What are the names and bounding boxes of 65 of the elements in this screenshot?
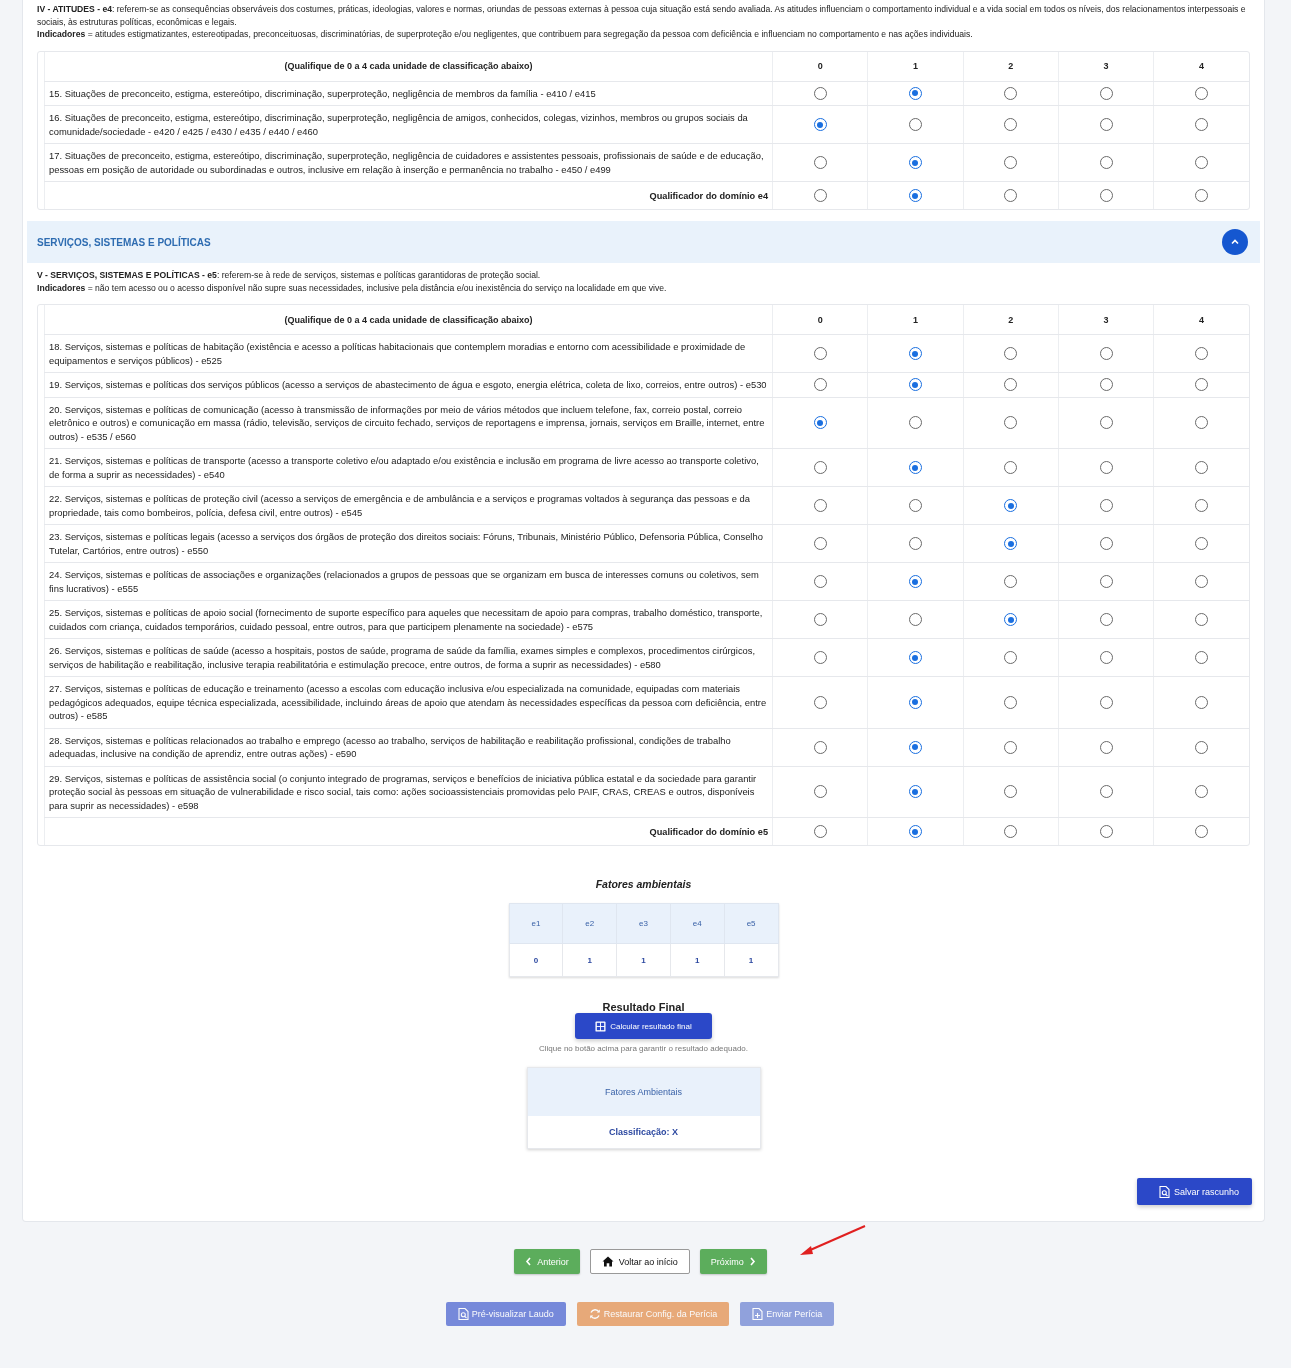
item-text: 15. Situações de preconceito, estigma, estereótipo, discriminação, superproteção, negligência de membros da família - e410 / e415 — [44, 81, 773, 106]
table-cell: 1 — [616, 943, 671, 977]
calculate-button[interactable]: Calcular resultado final — [575, 1013, 712, 1039]
item-text: 20. Serviços, sistemas e políticas de comunicação (acesso à transmissão de informações por meio de vários métodos que incluem telefone, fax, correio postal, correio eletrônico e outros) e comunicação em massa (rádio, televisão, serviços de circuito fechado, serviços de reportagens e imprensa, jornais, serviços em Braille, internet, entre outros) - e535 / e560 — [44, 397, 773, 449]
item-text: 27. Serviços, sistemas e políticas de educação e treinamento (acesso a escolas com educação inclusiva e/ou especializada na comunidade, equipadas com materiais pedagógicos adequados, equipe técnica especializada, acessibilidade, incluindo áreas de apoio que atendam às necessidades específicas da pessoa com deficiência, entre outros) - e585 — [44, 676, 773, 728]
next-button[interactable]: Próximo — [699, 1249, 767, 1274]
table-header: e3 — [616, 903, 671, 944]
scale-header: 1 — [867, 305, 964, 335]
item-text: 21. Serviços, sistemas e políticas de transporte (acesso a transporte coletivo e/ou adaptado e/ou existência e inclusão em programa de livre acesso ao transporte coletivo, de forma a suprir as necessidades) - e540 — [44, 448, 773, 487]
home-icon — [601, 1256, 614, 1267]
table-cell: 1 — [562, 943, 617, 977]
qualifier-label: Qualificador do domínio e4 — [44, 181, 773, 209]
table-cell: 1 — [670, 943, 725, 977]
scale-header: 2 — [963, 51, 1059, 81]
scale-header: 1 — [867, 51, 964, 81]
item-text: 26. Serviços, sistemas e políticas de saúde (acesso a hospitais, postos de saúde, programa de saúde da família, exames simples e complexos, procedimentos cirúrgicos, serviços de habilitação e reabilitação, inclusive terapia reabilitatória e estimulação precoce, entre outros, de forma a suprir as necessidades) - e580 — [44, 638, 773, 677]
table-header: e4 — [670, 903, 725, 944]
previous-button[interactable]: Anterior — [514, 1249, 580, 1274]
document-search-icon — [1158, 1185, 1170, 1198]
description-text: V - SERVIÇOS, SISTEMAS E POLÍTICAS - e5: referem-se à rede de serviços, sistemas e políticas garantidoras de proteção social. — [37, 269, 542, 282]
chevron-right-icon — [748, 1257, 756, 1266]
item-text: 24. Serviços, sistemas e políticas de associações e organizações (relacionados a grupos de pessoas que se organizam em busca de interesses comuns ou coletivos, sem fins lucrativos) - e555 — [44, 562, 773, 601]
table-header: (Qualifique de 0 a 4 cada unidade de classificação abaixo) — [44, 305, 773, 335]
table-header: (Qualifique de 0 a 4 cada unidade de classificação abaixo) — [44, 51, 773, 81]
chevron-left-icon — [525, 1257, 533, 1266]
document-plus-icon — [752, 1308, 764, 1320]
scale-header: 4 — [1153, 51, 1249, 81]
table-header: e5 — [724, 903, 778, 944]
item-text: 23. Serviços, sistemas e políticas legais (acesso a serviços dos órgãos de proteção dos direitos sociais: Fóruns, Tribunais, Ministério Público, Defensoria Pública, Conselho Tutelar, Cartórios, entre outros) - e550 — [44, 524, 773, 563]
refresh-icon — [588, 1308, 601, 1320]
description-text: IV - ATITUDES - e4: referem-se as consequências observáveis dos costumes, práticas, ideologias, valores e normas, oriundas de pessoas externas à pessoa cuja situação está sendo avaliada. As atitudes influenciam o comportamento individual e a vida social em todos os níveis, dos relacionamentos interpessoais e sociais, às estruturas políticas, econômicas e legais. — [37, 3, 1247, 28]
qualifier-label: Qualificador do domínio e5 — [44, 817, 773, 845]
scale-header: 3 — [1058, 51, 1154, 81]
description-text: Indicadores = atitudes estigmatizantes, estereotipadas, preconceituosas, discriminatórias, de superproteção e/ou negligentes, que contribuem para segregação da pessoa com deficiência e influenciam no comportamento e nas ações individuais. — [37, 28, 974, 41]
item-text: 17. Situações de preconceito, estigma, estereótipo, discriminação, superproteção, negligência de cuidadores e assistentes pessoais, profissionais de saúde e de educação, pessoas em posição de autoridade ou subordinadas e outros, inclusive em relação à inserção e permanência no trabalho - e450 / e499 — [44, 143, 773, 182]
document-search-icon — [457, 1308, 469, 1320]
scale-header: 0 — [772, 305, 868, 335]
result-title: Resultado Final — [602, 1001, 685, 1013]
description-text: Indicadores = não tem acesso ou o acesso disponível não supre suas necessidades, inclusive pela distância e/ou inexistência do serviço na localidade em que vive. — [37, 281, 668, 294]
table-header: e2 — [562, 903, 617, 944]
classification-text: Classificação: X — [607, 1126, 679, 1139]
item-text: 19. Serviços, sistemas e políticas dos serviços públicos (acesso a serviços de abastecimento de água e esgoto, energia elétrica, coleta de lixo, correios, entre outros) - e530 — [44, 372, 773, 397]
scale-header: 3 — [1058, 305, 1154, 335]
save-draft-button[interactable]: Salvar rascunho — [1136, 1178, 1252, 1205]
table-header: e1 — [509, 903, 563, 944]
scale-header: 2 — [963, 305, 1059, 335]
scale-header: 4 — [1153, 305, 1249, 335]
hint-text: Clique no botão acima para garantir o resultado adequado. — [539, 1044, 748, 1053]
result-card-title: Fatores Ambientais — [527, 1068, 760, 1116]
table-cell: 0 — [509, 943, 563, 977]
item-text: 25. Serviços, sistemas e políticas de apoio social (fornecimento de suporte específico para aqueles que necessitam de apoio para compras, trabalho doméstico, transporte, cuidados com criança, cuidados temporários, cuidado pessoal, entre outros, para que participem plenamente na sociedade) - e575 — [44, 600, 773, 639]
item-text: 16. Situações de preconceito, estigma, estereótipo, discriminação, superproteção, negligência de amigos, conhecidos, colegas, vizinhos, membros ou grupos sociais da comunidade/sociedade - e420 / e425 / e430 / e435 / e440 / e460 — [44, 105, 773, 144]
section-title: SERVIÇOS, SISTEMAS E POLÍTICAS — [37, 236, 211, 248]
item-text: 22. Serviços, sistemas e políticas de proteção civil (acesso a serviços de emergência e de ambulância e a serviços e programas voltados à segurança das pessoas e da propriedade, tais como bombeiros, polícia, defesa civil, entre outros) - e545 — [44, 486, 773, 525]
chevron-icon — [1230, 237, 1240, 247]
annotation-arrow — [798, 1224, 868, 1258]
summary-title: Fatores ambientais — [595, 878, 692, 890]
scale-header: 0 — [772, 51, 868, 81]
home-button[interactable]: Voltar ao início — [589, 1249, 690, 1274]
table-cell: 1 — [724, 943, 778, 977]
collapse-button[interactable] — [1222, 229, 1248, 255]
item-text: 18. Serviços, sistemas e políticas de habitação (existência e acesso a políticas habitacionais que contemplem moradias e entorno com acessibilidade e proximidade de equipamentos e serviços públicos) - e525 — [44, 334, 773, 373]
item-text: 28. Serviços, sistemas e políticas relacionados ao trabalho e emprego (acesso ao trabalho, serviços de habilitação e reabilitação profissional, condições de trabalho adequadas, inclusive na condição de aprendiz, entre outras ações) - e590 — [44, 728, 773, 766]
calculator-icon — [595, 1020, 607, 1032]
item-text: 29. Serviços, sistemas e políticas de assistência social (o conjunto integrado de programas, serviços e benefícios de iniciativa pública estatal e da sociedade para garantir proteção social às pessoas em situação de vulnerabilidade e risco social, tais como: ações socioassistenciais promovidas pelo PAIF, CRAS, CREAS e outros, disponíveis para suprir as necessidades) - e598 — [44, 766, 773, 818]
